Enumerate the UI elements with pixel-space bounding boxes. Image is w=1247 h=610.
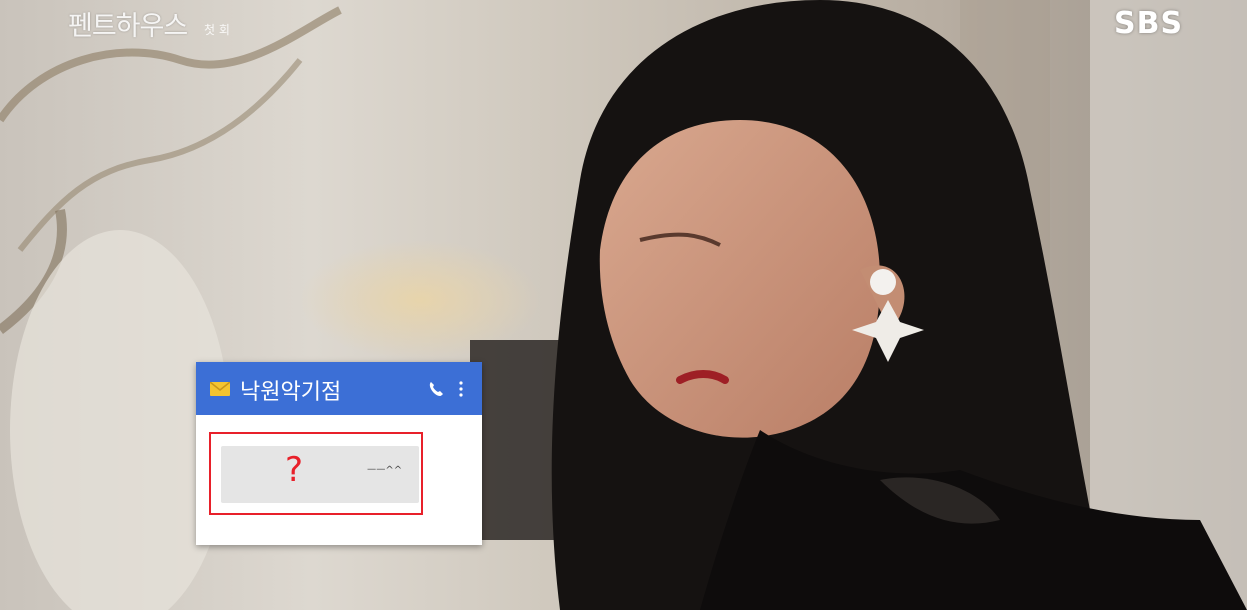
sms-notification-card[interactable]: 낙원악기점 ? ᅳᅳ^^ <box>196 362 482 545</box>
sms-header: 낙원악기점 <box>196 362 482 415</box>
question-mark: ? <box>285 450 304 490</box>
drama-screenshot: 펜트하우스 첫 회 SBS 낙원악기점 ? ᅳᅳ^^ <box>0 0 1247 610</box>
more-options-icon[interactable] <box>458 380 464 398</box>
show-title-logo: 펜트하우스 <box>68 11 188 42</box>
broadcaster-logo: SBS <box>1114 6 1184 41</box>
message-bubble[interactable]: ? ᅳᅳ^^ <box>221 446 419 503</box>
phone-icon[interactable] <box>428 381 444 397</box>
message-snippet: ᅳᅳ^^ <box>367 465 403 476</box>
sender-name: 낙원악기점 <box>240 380 342 405</box>
envelope-icon <box>210 382 230 396</box>
episode-label: 첫 회 <box>204 23 230 37</box>
background-photo <box>0 0 1247 610</box>
highlight-box: ? ᅳᅳ^^ <box>209 432 423 515</box>
